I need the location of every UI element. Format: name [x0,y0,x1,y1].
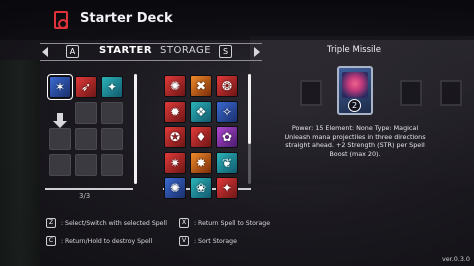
spell-card-icon: ❀ [195,181,207,195]
storage-scrollbar[interactable] [248,74,251,184]
spell-card[interactable]: ✶ [47,74,73,100]
key-z: Z [46,218,56,228]
spell-card[interactable]: ✹ [164,101,186,123]
tab-left-key[interactable]: A [66,45,79,58]
spell-card-icon: ♦ [195,130,207,144]
spell-card-icon: ✦ [106,80,118,94]
spell-card-icon: ✖ [195,79,207,93]
spell-card-icon: ✧ [221,105,233,119]
spell-card-icon: ❂ [221,79,233,93]
starter-scrollbar-thumb[interactable] [134,74,137,184]
storage-scrollbar-thumb[interactable] [248,74,251,144]
spell-card[interactable]: ❀ [190,177,212,199]
spell-card[interactable]: ✺ [164,75,186,97]
spell-card[interactable]: ❖ [190,101,212,123]
spell-card[interactable]: ➶ [75,76,97,98]
empty-slot[interactable] [75,154,97,176]
starter-scrollbar[interactable] [134,74,137,184]
key-v: V [179,236,189,246]
spell-card-icon: ✪ [169,130,181,144]
spell-card[interactable]: ❂ [216,75,238,97]
spell-card-icon: ➶ [80,80,92,94]
empty-slot[interactable] [75,128,97,150]
spell-card-icon: ✦ [221,181,233,195]
spell-card[interactable]: ✺ [164,177,186,199]
spell-card-icon: ❦ [221,156,233,170]
control-hint-text: : Select/Switch with selected Spell [61,220,167,227]
empty-slot[interactable] [101,154,123,176]
spell-card[interactable]: ✦ [216,177,238,199]
spell-card-icon: ✹ [169,105,181,119]
deck-icon [54,11,68,29]
spell-card[interactable]: ✖ [190,75,212,97]
tab-left-arrow-icon [40,47,48,57]
spell-card-preview: 2 [337,66,373,115]
page-title: Starter Deck [80,11,173,26]
key-x: X [179,218,189,228]
spell-card-icon: ✿ [221,130,233,144]
starter-count: 3/3 [79,192,91,200]
tab-right-key[interactable]: S [219,45,232,58]
control-hint-text: : Sort Storage [194,238,237,245]
starter-divider [45,188,133,190]
tab-starter[interactable]: STARTER [99,45,152,56]
spell-card-icon: ✷ [169,156,181,170]
tab-right-arrow-icon [254,47,262,57]
spell-card[interactable]: ✷ [164,152,186,174]
key-c: C [46,236,56,246]
spell-card-icon: ✺ [169,79,181,93]
spell-boost-level: 2 [348,99,361,112]
spell-art [342,72,368,98]
spell-card[interactable]: ✿ [216,126,238,148]
empty-slot[interactable] [101,102,123,124]
empty-slot[interactable] [101,128,123,150]
spell-card[interactable]: ♦ [190,126,212,148]
spell-card-icon: ✸ [195,156,207,170]
control-hint-text: : Return/Hold to destroy Spell [61,238,153,245]
empty-slot[interactable] [75,102,97,124]
spell-card[interactable]: ✸ [190,152,212,174]
spell-card[interactable]: ✪ [164,126,186,148]
spell-card-icon: ❖ [195,105,207,119]
spell-card-icon: ✺ [169,181,181,195]
spell-card[interactable]: ❦ [216,152,238,174]
empty-slot[interactable] [49,128,71,150]
empty-slot[interactable] [49,154,71,176]
header-bar: Starter Deck [0,0,474,40]
control-hint-text: : Return Spell to Storage [194,220,271,227]
spell-card-icon: ✶ [54,80,66,94]
spell-card[interactable]: ✦ [101,76,123,98]
version-label: ver.0.3.0 [441,255,470,263]
spell-description: Power: 15 Element: None Type: Magical Un… [284,124,426,158]
spell-name: Triple Missile [327,45,381,55]
spell-card[interactable]: ✧ [216,101,238,123]
tab-bar: A STARTER STORAGE S [40,43,262,61]
tab-storage[interactable]: STORAGE [160,45,211,56]
